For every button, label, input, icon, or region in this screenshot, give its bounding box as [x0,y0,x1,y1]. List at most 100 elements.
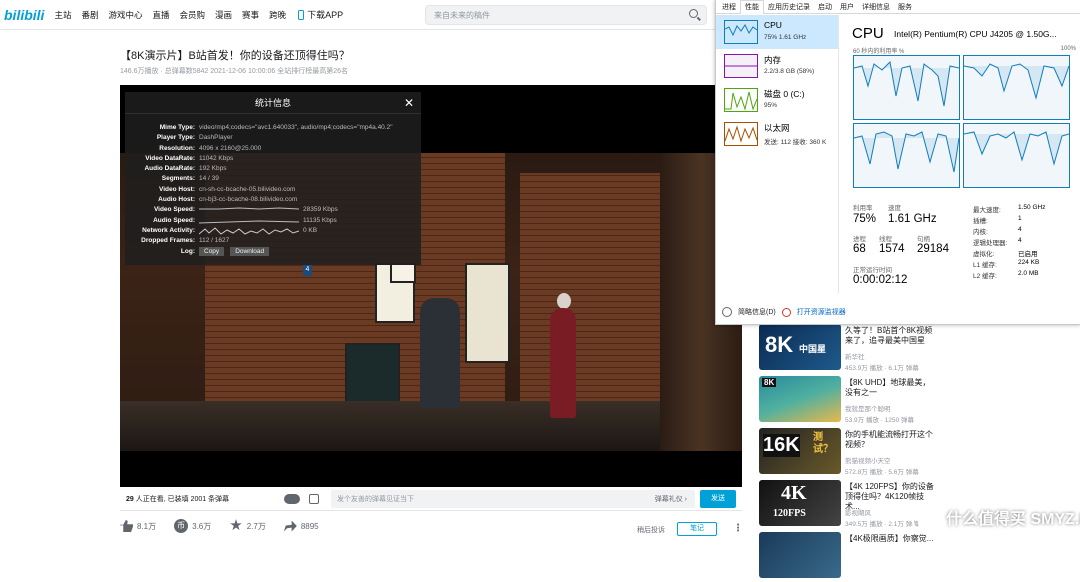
rec-title[interactable]: 【8K UHD】地球最美，没有之一 [845,378,935,398]
street-ground [120,401,742,451]
sidebar-item-ethernet[interactable]: 以太网 发送: 112 接收: 360 K [716,117,838,151]
report-link[interactable]: 稍后投诉 [637,525,665,535]
tab-performance[interactable]: 性能 [740,0,764,14]
rec-uploader[interactable]: 新华社 [845,351,865,361]
disk-value: 95% [764,102,778,109]
stats-row: Video DataRate: 11042 Kbps [145,154,234,162]
tab-users[interactable]: 用户 [836,2,858,12]
rec-uploader[interactable]: 影视飓风 [845,507,871,517]
rec-title[interactable]: 久等了！B站首个8K视频来了，追寻最美中国星 [845,326,935,346]
coin-button[interactable]: 币 3.6万 [174,519,211,533]
video-thumbnail[interactable] [759,532,841,578]
nav-item-esports[interactable]: 赛事 [242,9,259,21]
person-red-coat [550,308,576,418]
video-thumbnail[interactable]: 16K 测试？ [759,428,841,474]
danmaku-etiquette-link[interactable]: 弹幕礼仪 › [655,494,687,504]
nav-item-games[interactable]: 游戏中心 [108,9,142,21]
rec-title[interactable]: 你的手机能流畅打开这个视频？ [845,430,935,450]
chevron-up-icon[interactable] [722,307,732,317]
search-placeholder: 来自未来的稿件 [434,11,490,20]
tab-app-history[interactable]: 应用历史记录 [764,2,814,12]
rec-uploader[interactable]: 熊猫视频小天空 [845,455,891,465]
favorite-count: 2.7万 [246,521,266,531]
rec-stats: 572.8万 播放 · 5.6万 弹幕 [845,469,919,476]
list-item[interactable]: 【4K极限画质】你察觉... [757,530,1080,582]
share-count: 8895 [300,521,319,531]
nav-item-gala[interactable]: 跨晚 [269,9,286,21]
list-item[interactable]: 16K 测试？ 你的手机能流畅打开这个视频？ 熊猫视频小天空 572.8万 播放… [757,426,1080,478]
max-speed-label: 最大速度: [973,207,1001,214]
task-manager-window: 进程 性能 应用历史记录 启动 用户 详细信息 服务 CPU 75% 1.61 … [715,0,1080,325]
video-player[interactable]: 4 统计信息 ✕ Mime Type: video/mp4;codecs="avc… [120,85,742,487]
fewer-details-link[interactable]: 简略信息(D) [738,307,776,317]
rec-stats: 349.5万 播放 · 2.1万 弹幕 [845,521,919,528]
list-item[interactable]: 8K 【8K UHD】地球最美，没有之一 我就是那个聪明 53.9万 播放 · … [757,374,1080,426]
open-resource-monitor-link[interactable]: 打开资源监视器 [797,307,846,317]
stats-row: Player Type: DashPlayer [156,134,233,142]
danmaku-toggle[interactable] [284,494,300,504]
danmaku-settings-icon[interactable] [309,494,319,504]
danmaku-input[interactable]: 发个友善的弹幕见证当下 弹幕礼仪 › [331,490,695,508]
download-log-button[interactable]: Download [230,246,270,256]
tab-startup[interactable]: 启动 [814,2,836,12]
perf-sidebar: CPU 75% 1.61 GHz 内存 2.2/3.8 GB (58%) 磁盘 … [716,15,839,293]
download-app-link[interactable]: 下载APP [298,8,343,21]
close-icon[interactable]: ✕ [404,96,414,110]
shop-window-2 [465,263,510,363]
video-thumbnail[interactable]: 8K 中国星 [759,324,841,370]
copy-log-button[interactable]: Copy [199,246,225,256]
person-dark-coat [420,298,460,408]
nav-item-anime[interactable]: 番剧 [81,9,98,21]
bilibili-logo[interactable]: bilibili [4,7,44,23]
coin-count: 3.6万 [192,521,212,531]
stats-row: Video Speed: 28359 Kbps [153,206,338,214]
video-thumbnail[interactable]: 4K 120FPS [759,480,841,526]
shop-window-3 [390,263,416,283]
more-icon[interactable]: ⋮ [733,523,743,534]
rec-title[interactable]: 【4K极限画质】你察觉... [845,534,935,544]
like-button[interactable]: 8.1万 [120,520,156,532]
video-meta: 146.6万播放 · 总弹幕数5842 2021-12-06 10:00:06 … [120,68,348,75]
stats-row: Video Host: cn-sh-cc-bcache-05.bilivideo.… [159,185,296,193]
watermark: 什么值得买 SMYZ.NET [912,505,1080,535]
nav-item-live[interactable]: 直播 [153,9,170,21]
core-graph [853,55,960,120]
stats-row: Audio DataRate: 192 Kbps [144,165,227,173]
stats-panel: 统计信息 ✕ Mime Type: video/mp4;codecs="avc1.… [125,92,421,265]
stats-row: Network Activity: 0 KB [142,226,318,235]
virtualization-value: 已启用 [1018,251,1038,258]
video-actions: 8.1万 币 3.6万 ★ 2.7万 8895 [120,518,329,533]
video-thumbnail[interactable]: 8K [759,376,841,422]
tab-processes[interactable]: 进程 [718,2,740,12]
rec-uploader[interactable]: 我就是那个聪明 [845,403,891,413]
search-icon[interactable] [689,9,698,18]
virtualization-label: 虚拟化: [973,251,995,258]
cpu-label: CPU [764,20,782,30]
rec-stats: 53.9万 播放 · 1250 弹幕 [845,417,914,424]
disk-label: 磁盘 0 (C:) [764,89,805,99]
share-button[interactable]: 8895 [283,520,319,532]
tab-services[interactable]: 服务 [894,2,916,12]
note-button[interactable]: 笔记 [677,522,717,536]
favorite-button[interactable]: ★ 2.7万 [229,518,266,533]
nav-item-home[interactable]: 主站 [54,9,71,21]
speed-value: 1.61 GHz [888,213,937,225]
l2-cache-value: 2.0 MB [1018,270,1039,277]
send-danmaku-button[interactable]: 发送 [700,490,736,508]
tab-details[interactable]: 详细信息 [858,2,894,12]
memory-label: 内存 [764,55,782,65]
sidebar-item-disk[interactable]: 磁盘 0 (C:) 95% [716,83,838,117]
sidebar-item-memory[interactable]: 内存 2.2/3.8 GB (58%) [716,49,838,83]
search-input[interactable]: 来自未来的稿件 [425,5,707,25]
list-item[interactable]: 8K 中国星 久等了！B站首个8K视频来了，追寻最美中国星 新华社 453.9万… [757,322,1080,374]
handles-value: 29184 [917,243,949,255]
nav-item-manga[interactable]: 漫画 [215,9,232,21]
shop-door [345,343,400,403]
disk-mini-graph [724,88,758,112]
processes-label: 进程 [853,236,866,243]
main-nav: 主站 番剧 游戏中心 直播 会员购 漫画 赛事 跨晚 [54,9,286,21]
sidebar-item-cpu[interactable]: CPU 75% 1.61 GHz [716,15,838,49]
nav-item-shop[interactable]: 会员购 [180,9,206,21]
sockets-value: 1 [1018,215,1022,222]
video-title: 【8K演示片】B站首发！你的设备还顶得住吗？ [120,50,350,62]
